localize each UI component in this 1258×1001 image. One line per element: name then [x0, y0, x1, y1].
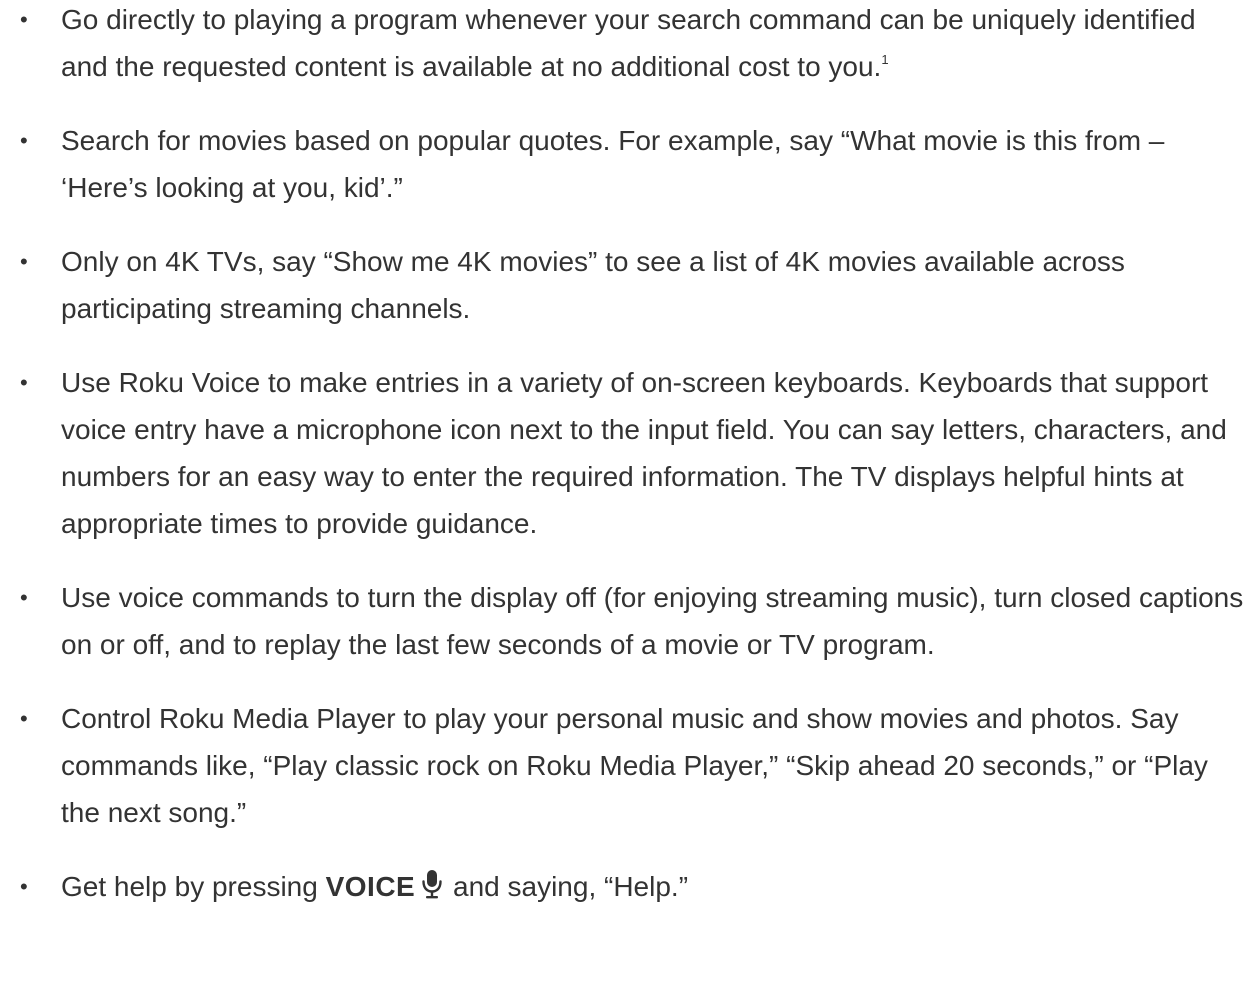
bullet-marker: •	[20, 585, 28, 610]
bullet-marker: •	[20, 128, 28, 153]
bullet-marker: •	[20, 7, 28, 32]
list-item-text: Only on 4K TVs, say “Show me 4K movies” …	[61, 246, 1125, 324]
footnote-marker: 1	[881, 51, 889, 67]
bullet-marker: •	[20, 370, 28, 395]
list-item-text-after: and saying, “Help.”	[445, 871, 689, 902]
list-item-text: Use voice commands to turn the display o…	[61, 582, 1244, 660]
list-item: • Go directly to playing a program whene…	[0, 0, 1258, 90]
list-item: • Control Roku Media Player to play your…	[0, 695, 1258, 836]
bullet-marker: •	[20, 706, 28, 731]
list-item-text: Control Roku Media Player to play your p…	[61, 703, 1208, 828]
bullet-marker: •	[20, 874, 28, 899]
list-item: • Use voice commands to turn the display…	[0, 574, 1258, 668]
feature-bullet-list: • Go directly to playing a program whene…	[0, 0, 1258, 910]
list-item: • Get help by pressing VOICE and saying,…	[0, 863, 1258, 910]
list-item-text: Use Roku Voice to make entries in a vari…	[61, 367, 1227, 539]
list-item: • Use Roku Voice to make entries in a va…	[0, 359, 1258, 547]
list-item-text: Search for movies based on popular quote…	[61, 125, 1165, 203]
list-item-text-before: Get help by pressing	[61, 871, 326, 902]
bullet-marker: •	[20, 249, 28, 274]
list-item: • Only on 4K TVs, say “Show me 4K movies…	[0, 238, 1258, 332]
list-item: • Search for movies based on popular quo…	[0, 117, 1258, 211]
list-item-text: Go directly to playing a program wheneve…	[61, 4, 1196, 82]
document-page: • Go directly to playing a program whene…	[0, 0, 1258, 937]
voice-key-label: VOICE	[325, 871, 416, 902]
microphone-icon	[421, 866, 443, 899]
